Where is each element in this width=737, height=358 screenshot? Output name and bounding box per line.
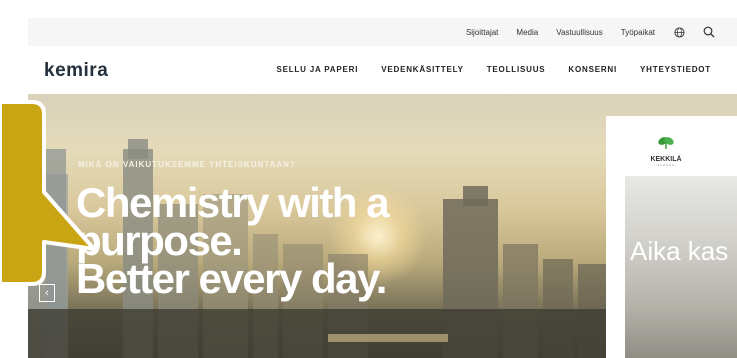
hero-headline-line-3: Better every day. xyxy=(76,255,387,302)
utility-link-media[interactable]: Media xyxy=(516,28,538,37)
callout-highlight xyxy=(0,100,96,286)
utility-link-investors[interactable]: Sijoittajat xyxy=(466,28,498,37)
utility-nav: Sijoittajat Media Vastuullisuus Työpaika… xyxy=(466,18,715,46)
hero-eyebrow: MIKÄ ON VAIKUTUKSEMME YHTEISKUNTAAN? xyxy=(78,160,296,169)
kekkila-logo: KEKKILÄ GARDEN xyxy=(646,134,686,167)
search-icon[interactable] xyxy=(703,26,715,38)
card-brand: KEKKILÄ xyxy=(650,156,682,163)
card-sub: GARDEN xyxy=(656,163,676,167)
kemira-logo[interactable]: kemira xyxy=(44,60,108,82)
card-headline: Aika kas xyxy=(630,236,729,266)
page: Sijoittajat Media Vastuullisuus Työpaika… xyxy=(0,0,737,358)
nav-contact[interactable]: YHTEYSTIEDOT xyxy=(640,65,711,74)
nav-water-treatment[interactable]: VEDENKÄSITTELY xyxy=(381,65,463,74)
nav-industry[interactable]: TEOLLISUUS xyxy=(487,65,546,74)
utility-link-sustainability[interactable]: Vastuullisuus xyxy=(556,28,603,37)
card-image xyxy=(625,176,737,358)
side-promo-card[interactable]: KEKKILÄ GARDEN Aika kas xyxy=(606,116,737,358)
nav-pulp-paper[interactable]: SELLU JA PAPERI xyxy=(276,65,358,74)
nav-group[interactable]: KONSERNI xyxy=(568,65,617,74)
main-header: kemira SELLU JA PAPERI VEDENKÄSITTELY TE… xyxy=(28,46,737,94)
utility-link-careers[interactable]: Työpaikat xyxy=(621,28,655,37)
leaf-icon xyxy=(658,137,674,149)
globe-icon[interactable] xyxy=(673,26,685,38)
main-nav: SELLU JA PAPERI VEDENKÄSITTELY TEOLLISUU… xyxy=(276,65,711,74)
utility-bar: Sijoittajat Media Vastuullisuus Työpaika… xyxy=(28,18,737,46)
hero-headline: Chemistry with a purpose. Better every d… xyxy=(76,182,390,302)
